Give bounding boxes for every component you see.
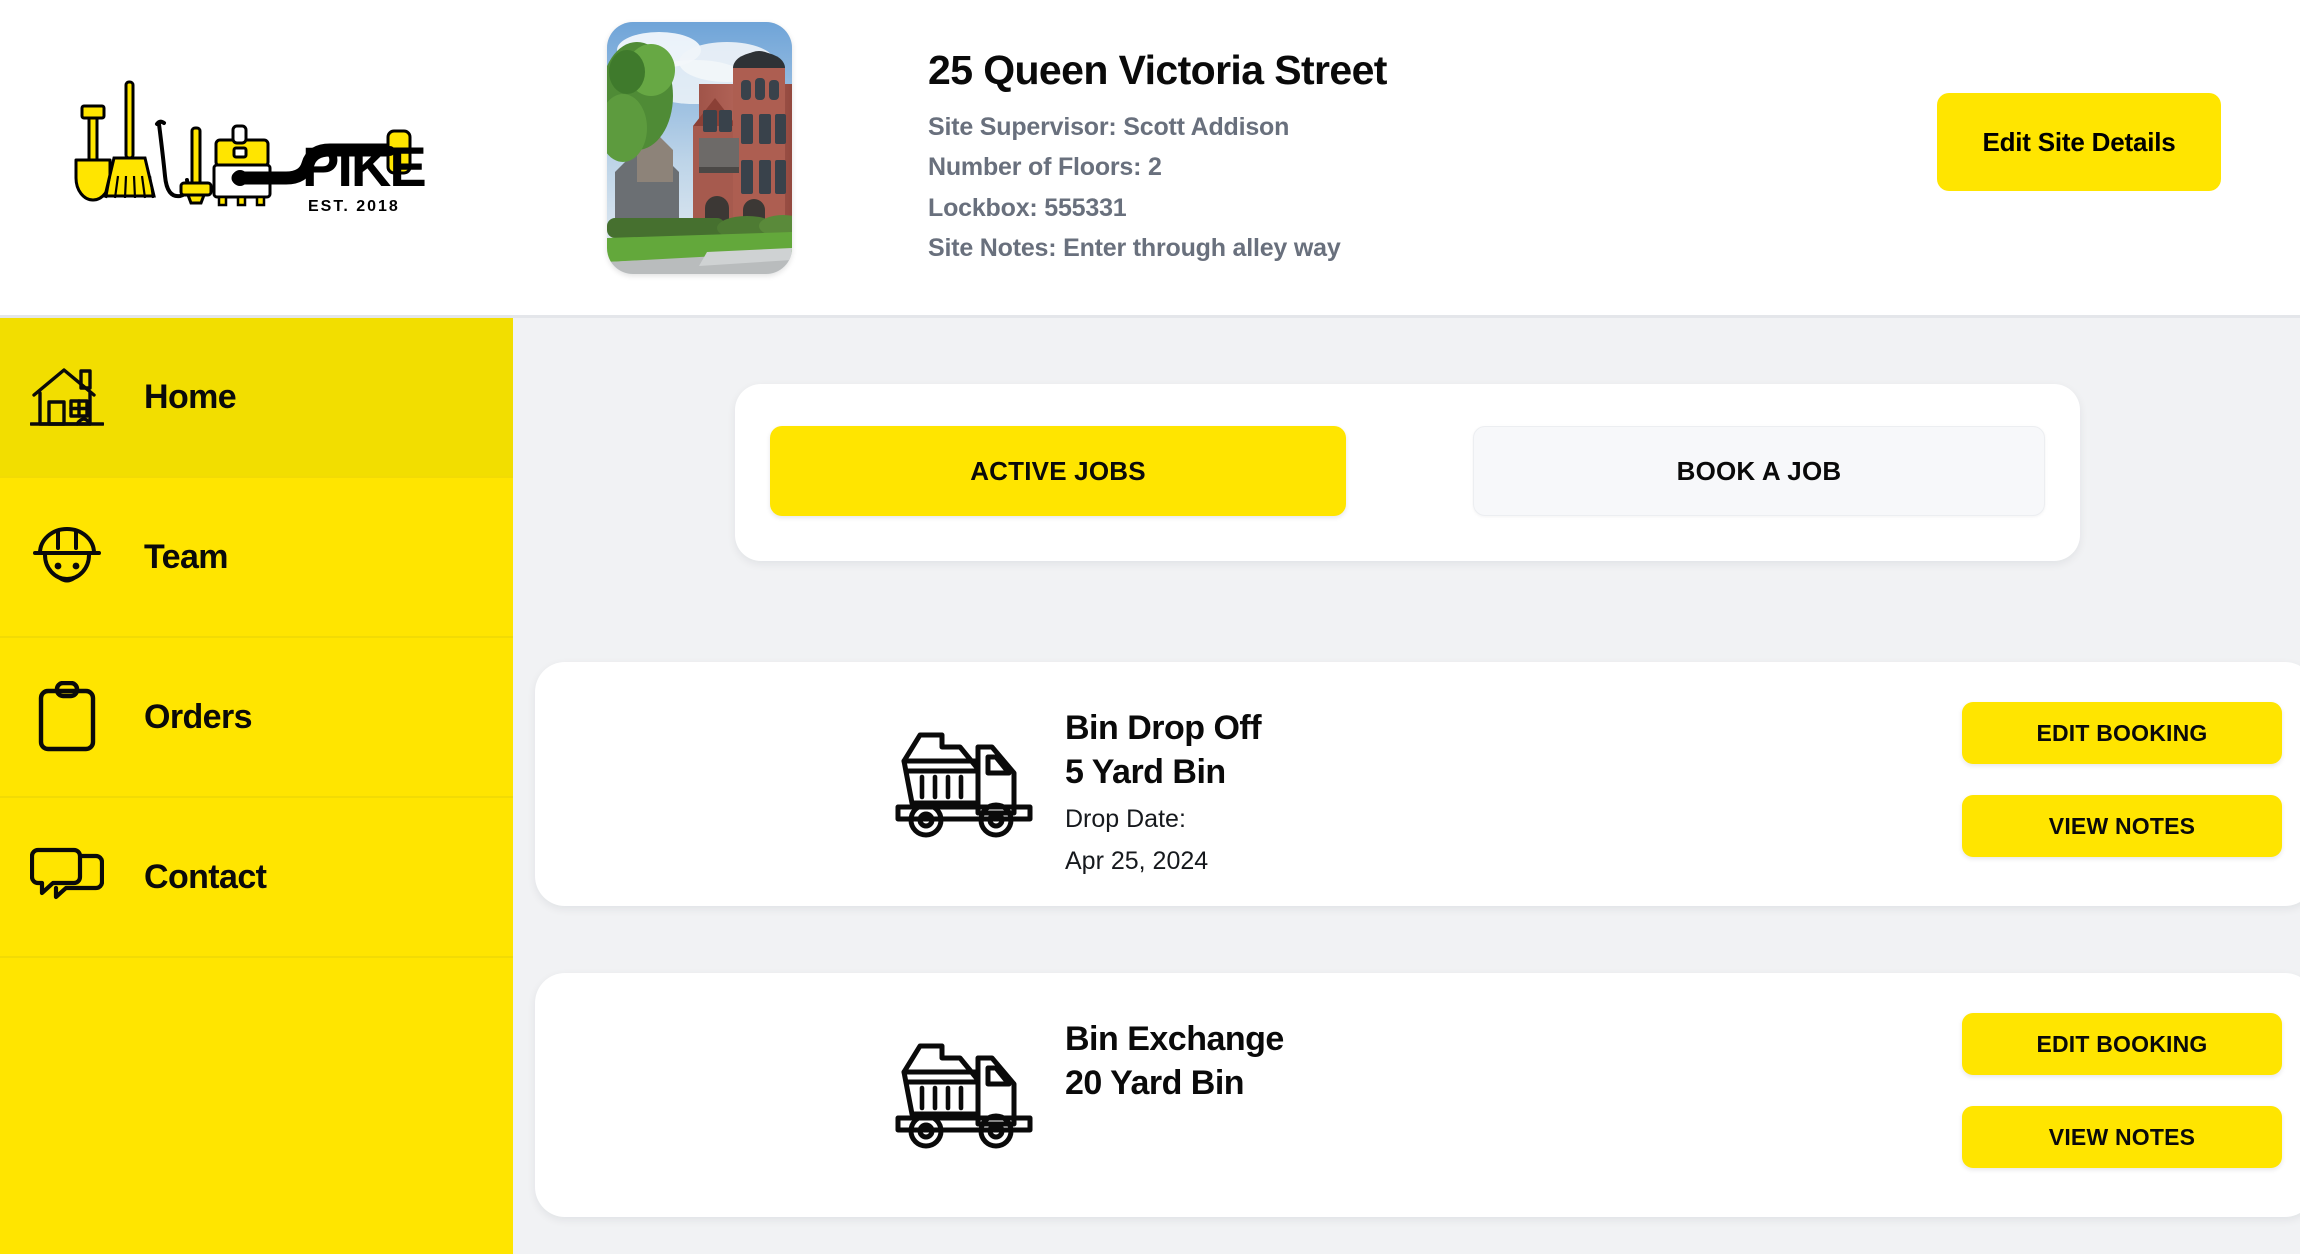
sidebar-item-label-home: Home (144, 377, 237, 416)
site-header: PIKE EST. 2018 25 Queen Victoria Street … (0, 0, 2300, 318)
logo-established: EST. 2018 (308, 198, 400, 215)
logo-wordmark: PIKE (302, 135, 425, 198)
site-detail-supervisor: Site Supervisor: Scott Addison (928, 112, 1290, 141)
broom-icon (103, 80, 156, 199)
edit-booking-button[interactable]: EDIT BOOKING (1962, 1013, 2282, 1075)
page-title: 25 Queen Victoria Street (928, 47, 1387, 93)
job-details: Bin Drop Off 5 Yard Bin Drop Date: Apr 2… (1065, 708, 1825, 879)
shovel-icon (74, 104, 112, 202)
site-detail-notes: Site Notes: Enter through alley way (928, 234, 1341, 263)
job-card: Bin Drop Off 5 Yard Bin Drop Date: Apr 2… (535, 662, 2300, 906)
view-notes-button[interactable]: VIEW NOTES (1962, 1106, 2282, 1168)
view-notes-button[interactable]: VIEW NOTES (1962, 795, 2282, 857)
job-subtitle: 5 Yard Bin (1065, 753, 1226, 792)
house-icon (28, 358, 106, 436)
job-actions: EDIT BOOKING VIEW NOTES (1962, 702, 2282, 857)
dump-truck-icon (892, 721, 1037, 843)
hard-hat-worker-icon (28, 518, 106, 596)
sidebar-item-label-orders: Orders (144, 697, 253, 736)
site-photo-illustration (607, 22, 792, 274)
site-photo (607, 22, 792, 274)
job-title: Bin Drop Off (1065, 709, 1262, 747)
sidebar-item-home[interactable]: Home (0, 318, 513, 478)
job-meta-value: Apr 25, 2024 (1065, 847, 1209, 876)
job-card: Bin Exchange 20 Yard Bin EDIT BOOKING VI… (535, 973, 2300, 1217)
sidebar-item-team[interactable]: Team (0, 478, 513, 638)
sidebar-item-orders[interactable]: Orders (0, 638, 513, 798)
job-details: Bin Exchange 20 Yard Bin (1065, 1019, 1825, 1105)
job-title: Bin Exchange (1065, 1020, 1284, 1058)
site-detail-floors: Number of Floors: 2 (928, 153, 1162, 182)
clipboard-icon (28, 678, 106, 756)
tab-active-jobs[interactable]: ACTIVE JOBS (770, 426, 1346, 516)
sidebar-item-label-team: Team (144, 537, 229, 576)
mop-icon (179, 126, 213, 205)
job-meta-label: Drop Date: (1065, 804, 1186, 833)
edit-booking-button[interactable]: EDIT BOOKING (1962, 702, 2282, 764)
job-tabs-card: ACTIVE JOBS BOOK A JOB (735, 384, 2080, 561)
job-actions: EDIT BOOKING VIEW NOTES (1962, 1013, 2282, 1168)
spike-logo: PIKE EST. 2018 (40, 78, 460, 228)
edit-site-details-button[interactable]: Edit Site Details (1937, 93, 2221, 191)
main-content: ACTIVE JOBS BOOK A JOB Bin Drop Off 5 Ya… (513, 318, 2300, 1254)
sidebar-item-contact[interactable]: Contact (0, 798, 513, 958)
app-root: PIKE EST. 2018 25 Queen Victoria Street … (0, 0, 2300, 1254)
job-subtitle: 20 Yard Bin (1065, 1064, 1245, 1103)
vacuum-icon (212, 124, 272, 207)
site-detail-lockbox: Lockbox: 555331 (928, 193, 1127, 222)
sidebar-item-label-contact: Contact (144, 857, 267, 896)
sidebar-nav: Home Team Orders Contact (0, 318, 513, 1254)
tab-book-a-job[interactable]: BOOK A JOB (1473, 426, 2045, 516)
site-info: 25 Queen Victoria Street Site Supervisor… (928, 47, 1878, 269)
spike-logo-svg: PIKE EST. 2018 (74, 80, 427, 215)
chat-bubbles-icon (28, 838, 106, 916)
dump-truck-icon (892, 1032, 1037, 1154)
